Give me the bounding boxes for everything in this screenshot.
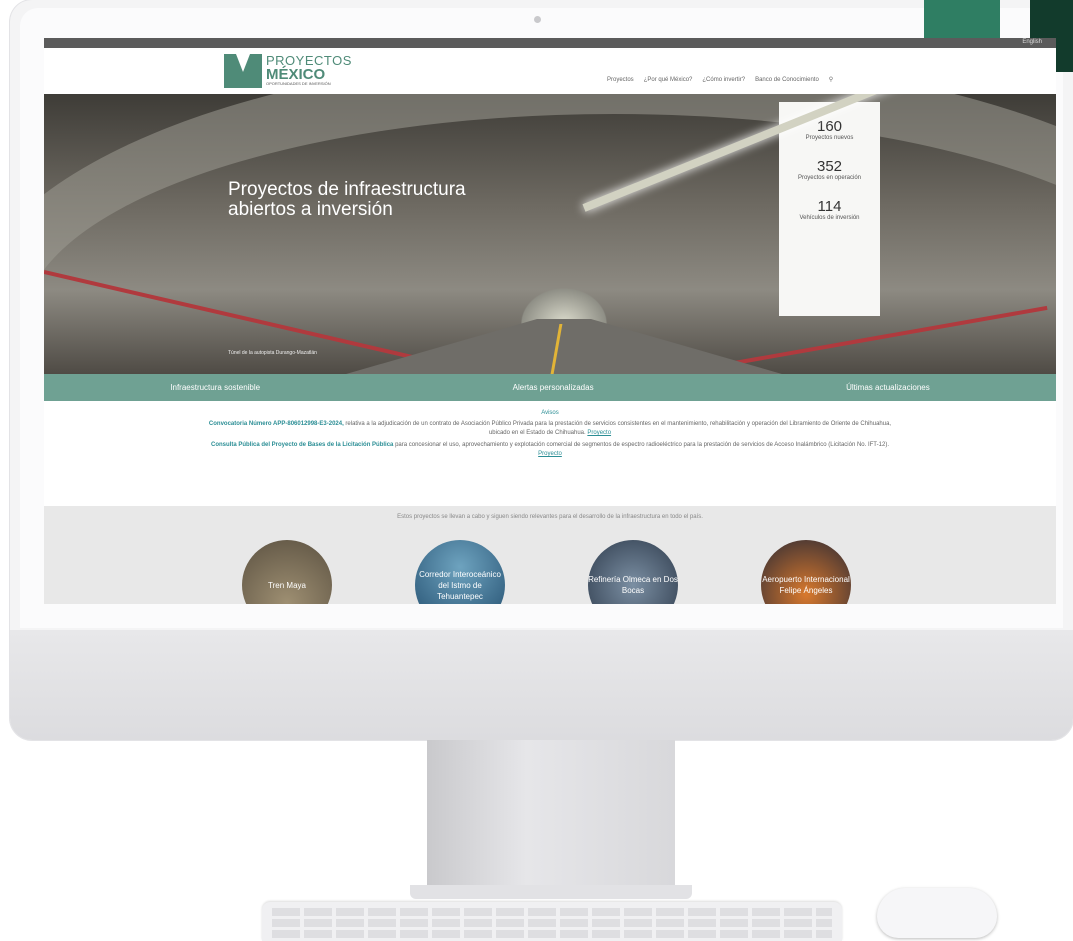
stat-label: Proyectos en operación [797,175,862,181]
stat-investment-vehicles: 114 Vehículos de inversión [779,198,880,222]
camera-icon [534,16,541,23]
stat-label: Proyectos nuevos [805,135,854,141]
stat-number: 114 [817,198,842,215]
monitor-foot [410,885,692,899]
notice-item: Convocatoria Número APP-806012998-E3-202… [205,420,895,438]
nav-item-como-invertir[interactable]: ¿Cómo invertir? [702,77,745,83]
hero-title: Proyectos de infraestructura abiertos a … [228,179,466,220]
website-screen: English PROYECTOS MÉXICO OPORTUNIDADES D… [44,38,1056,604]
notice-text: relativa a la adjudicación de un contrat… [345,421,892,436]
search-icon[interactable]: ⚲ [829,76,833,83]
project-corredor-interoceanico[interactable]: Corredor Interoceánico del Istmo de Tehu… [415,540,505,604]
nav-item-proyectos[interactable]: Proyectos [607,77,634,83]
top-bar: English [44,38,1056,48]
project-tren-maya[interactable]: Tren Maya [242,540,332,604]
notice-link[interactable]: Proyecto [538,451,562,457]
photo-credit: Túnel de la autopista Durango-Mazatlán [228,350,317,356]
notice-lead: Consulta Pública del Proyecto de Bases d… [211,442,394,448]
featured-projects: Estos proyectos se llevan a cabo y sigue… [44,506,1056,604]
site-header: PROYECTOS MÉXICO OPORTUNIDADES DE INVERS… [44,48,1056,94]
logo-mark-icon [224,54,262,88]
stat-number: 160 [816,118,843,135]
mouse [877,888,997,938]
monitor-stand [427,740,675,888]
hero-banner: Proyectos de infraestructura abiertos a … [44,94,1056,374]
keyboard [262,902,842,941]
project-aeropuerto-felipe-angeles[interactable]: Aeropuerto Internacional Felipe Ángeles [761,540,851,604]
tab-infraestructura-sostenible[interactable]: Infraestructura sostenible [170,383,260,392]
nav-item-banco-conocimiento[interactable]: Banco de Conocimiento [755,77,819,83]
notice-link[interactable]: Proyecto [587,430,611,436]
notice-lead: Convocatoria Número APP-806012998-E3-202… [208,421,344,427]
notices-section: Avisos Convocatoria Número APP-806012998… [44,410,1056,462]
stat-new-projects: 160 Proyectos nuevos [779,118,880,142]
project-refineria-olmeca[interactable]: Refinería Olmeca en Dos Bocas [588,540,678,604]
nav-item-por-que-mexico[interactable]: ¿Por qué México? [644,77,693,83]
site-logo[interactable]: PROYECTOS MÉXICO OPORTUNIDADES DE INVERS… [224,54,352,88]
tab-ultimas-actualizaciones[interactable]: Últimas actualizaciones [846,383,930,392]
notice-item: Consulta Pública del Proyecto de Bases d… [205,441,895,459]
monitor-chin [10,630,1073,740]
logo-line2: MÉXICO [266,66,326,83]
notice-text: para concesionar el uso, aprovechamiento… [395,442,889,448]
language-link[interactable]: English [1022,39,1042,45]
projects-intro: Estos proyectos se llevan a cabo y sigue… [397,514,703,520]
logo-line3: OPORTUNIDADES DE INVERSIÓN [266,81,331,86]
tab-alertas-personalizadas[interactable]: Alertas personalizadas [513,383,594,392]
project-circles: Tren Maya Corredor Interoceánico del Ist… [242,540,851,604]
stat-number: 352 [816,158,843,175]
main-nav: Proyectos ¿Por qué México? ¿Cómo inverti… [607,76,833,84]
notices-heading: Avisos [541,410,559,416]
stats-panel: 160 Proyectos nuevos 352 Proyectos en op… [779,102,880,316]
feature-tabs: Infraestructura sostenible Alertas perso… [44,374,1056,401]
stat-label: Vehículos de inversión [799,215,860,221]
stat-operating-projects: 352 Proyectos en operación [779,158,880,182]
